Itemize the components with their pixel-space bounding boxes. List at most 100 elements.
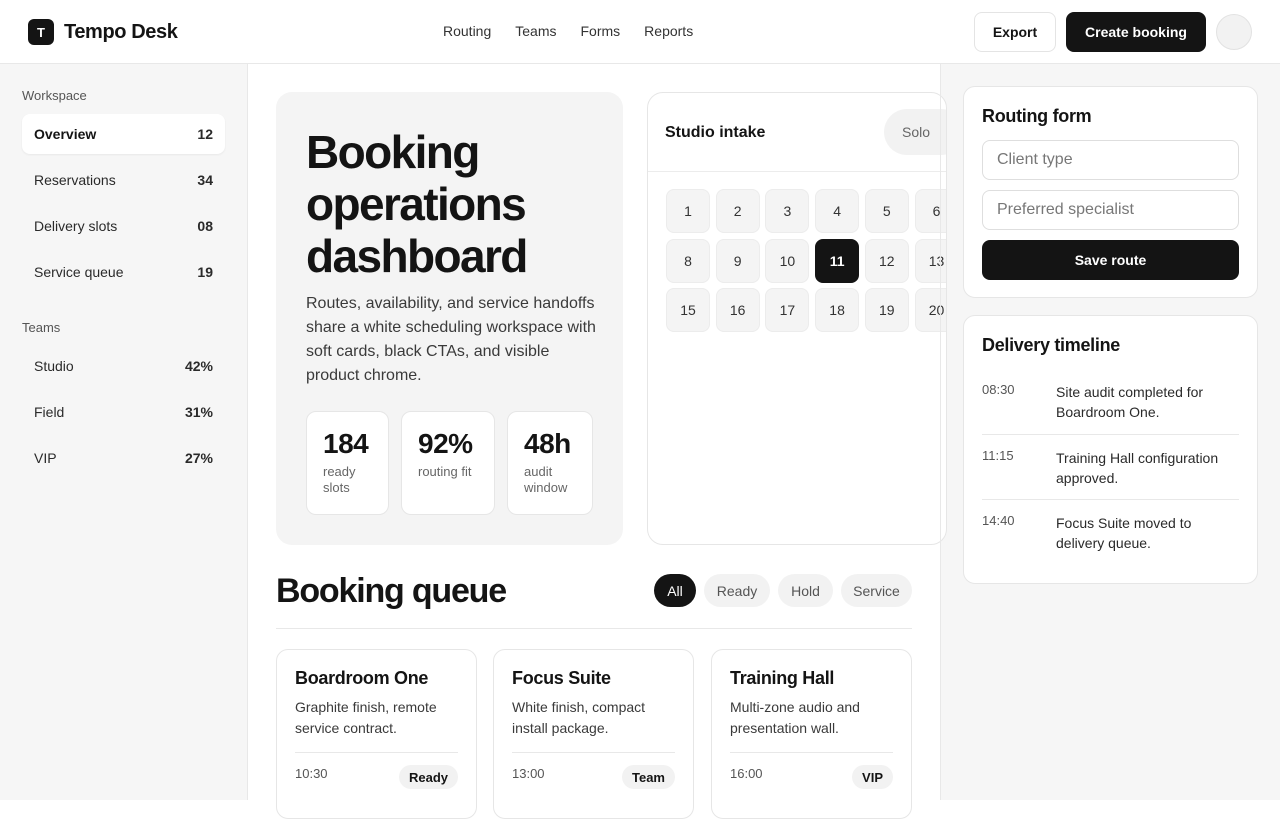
queue-divider: [276, 628, 912, 629]
calendar-mode-pill[interactable]: Solo: [884, 109, 946, 155]
booking-queue-title: Booking queue: [276, 572, 507, 610]
sidebar-item-studio[interactable]: Studio 42%: [22, 346, 225, 386]
export-button[interactable]: Export: [974, 12, 1056, 52]
booking-card-desc: Graphite finish, remote service contract…: [295, 699, 437, 736]
timeline-text: Training Hall configuration approved.: [1056, 450, 1219, 486]
sidebar-item-count: 27%: [184, 450, 213, 466]
brand-name: Tempo Desk: [64, 20, 178, 43]
booking-card-focus-suite[interactable]: Focus Suite White finish, compact instal…: [493, 649, 694, 819]
sidebar-item-count: 31%: [184, 404, 213, 420]
status-badge: VIP: [852, 765, 893, 789]
calendar-day[interactable]: 15: [666, 288, 710, 332]
brand[interactable]: T Tempo Desk: [28, 19, 178, 45]
calendar-day[interactable]: 13: [914, 238, 946, 283]
calendar-day[interactable]: 19: [864, 288, 909, 332]
create-booking-button[interactable]: Create booking: [1066, 12, 1206, 52]
stat-value: 184: [323, 428, 369, 459]
filter-service[interactable]: Service: [841, 574, 912, 607]
routing-form-title: Routing form: [982, 106, 1092, 126]
calendar-day[interactable]: 16: [715, 288, 760, 332]
sidebar-item-field[interactable]: Field 31%: [22, 392, 225, 432]
calendar-divider: [648, 171, 946, 172]
booking-card-time: 16:00: [730, 766, 763, 781]
calendar-day[interactable]: 9: [715, 238, 760, 283]
stat-routing-fit: 92% routing fit: [401, 411, 495, 515]
nav-forms[interactable]: Forms: [581, 23, 621, 39]
booking-card-time: 13:00: [512, 766, 545, 781]
avatar[interactable]: [1216, 14, 1252, 50]
calendar-day[interactable]: 3: [765, 189, 810, 233]
filter-ready[interactable]: Ready: [704, 574, 770, 607]
stat-value: 48h: [524, 428, 571, 459]
sidebar-item-count: 19: [197, 264, 213, 280]
hero-description: Routes, availability, and service handof…: [306, 295, 596, 384]
calendar-day[interactable]: 5: [864, 189, 909, 233]
studio-intake-calendar: Studio intake Solo 1 2 3 4 5 6 8 9 10 11 12 13 15 16 1…: [647, 92, 947, 545]
calendar-day[interactable]: 11: [815, 238, 860, 283]
booking-card-divider: [730, 752, 893, 753]
booking-card-divider: [295, 752, 458, 753]
sidebar-item-label: Studio: [34, 358, 74, 374]
sidebar-item-count: 12: [197, 126, 213, 142]
booking-card-time: 10:30: [295, 766, 328, 781]
stat-label: audit window: [524, 464, 568, 495]
sidebar-heading-workspace: Workspace: [22, 88, 87, 103]
sidebar-item-delivery-slots[interactable]: Delivery slots 08: [22, 206, 225, 246]
timeline-title: Delivery timeline: [982, 335, 1120, 355]
booking-card-boardroom-one[interactable]: Boardroom One Graphite finish, remote se…: [276, 649, 477, 819]
sidebar-item-count: 34: [197, 172, 213, 188]
timeline-text: Focus Suite moved to delivery queue.: [1056, 515, 1192, 551]
sidebar-item-count: 08: [197, 218, 213, 234]
timeline-divider: [982, 434, 1239, 435]
sidebar-item-vip[interactable]: VIP 27%: [22, 438, 225, 478]
booking-card-title: Training Hall: [730, 668, 835, 688]
sidebar-item-label: Field: [34, 404, 65, 420]
page-title: Booking operations dashboard: [306, 126, 528, 282]
calendar-day[interactable]: 8: [666, 238, 710, 283]
timeline-divider: [982, 499, 1239, 500]
routing-form-card: Routing form Save route: [963, 86, 1258, 298]
nav-routing[interactable]: Routing: [443, 23, 491, 39]
stat-value: 92%: [418, 428, 473, 459]
calendar-day[interactable]: 10: [765, 238, 810, 283]
calendar-day[interactable]: 2: [715, 189, 760, 233]
calendar-day[interactable]: 20: [914, 288, 946, 332]
sidebar-item-reservations[interactable]: Reservations 34: [22, 160, 225, 200]
calendar-day[interactable]: 6: [914, 189, 946, 233]
timeline-time: 11:15: [982, 448, 1014, 463]
calendar-day[interactable]: 18: [815, 288, 860, 332]
nav-reports[interactable]: Reports: [644, 23, 693, 39]
preferred-specialist-input[interactable]: [982, 190, 1239, 230]
top-bar: T Tempo Desk Routing Teams Forms Reports…: [0, 0, 1280, 64]
sidebar-item-service-queue[interactable]: Service queue 19: [22, 252, 225, 292]
calendar-day[interactable]: 4: [815, 189, 860, 233]
sidebar-item-count: 42%: [184, 358, 213, 374]
timeline-time: 08:30: [982, 382, 1015, 397]
calendar-day[interactable]: 17: [765, 288, 810, 332]
filter-all[interactable]: All: [654, 574, 696, 607]
save-route-button[interactable]: Save route: [982, 240, 1239, 280]
timeline-text: Site audit completed for Boardroom One.: [1056, 384, 1204, 420]
stat-label: routing fit: [418, 464, 472, 479]
sidebar-item-label: Overview: [34, 126, 97, 142]
status-badge: Team: [622, 765, 675, 789]
filter-hold[interactable]: Hold: [778, 574, 833, 607]
booking-card-desc: White finish, compact install package.: [512, 699, 646, 736]
booking-card-desc: Multi-zone audio and presentation wall.: [730, 699, 860, 736]
sidebar-item-label: Reservations: [34, 172, 116, 188]
timeline-time: 14:40: [982, 513, 1015, 528]
panel-border: [940, 64, 941, 800]
calendar-day[interactable]: 12: [864, 238, 909, 283]
sidebar-heading-teams: Teams: [22, 320, 61, 335]
sidebar-item-overview[interactable]: Overview 12: [22, 114, 225, 154]
client-type-input[interactable]: [982, 140, 1239, 180]
calendar-day[interactable]: 1: [666, 189, 710, 233]
main-nav: Routing Teams Forms Reports: [443, 23, 693, 39]
delivery-timeline-card: Delivery timeline 08:30 Site audit compl…: [963, 315, 1258, 584]
sidebar: Workspace Overview 12 Reservations 34 De…: [0, 64, 248, 800]
stat-audit-window: 48h audit window: [507, 411, 593, 515]
booking-card-training-hall[interactable]: Training Hall Multi-zone audio and prese…: [711, 649, 912, 819]
nav-teams[interactable]: Teams: [515, 23, 556, 39]
status-badge: Ready: [398, 765, 458, 789]
sidebar-item-label: Delivery slots: [34, 218, 118, 234]
